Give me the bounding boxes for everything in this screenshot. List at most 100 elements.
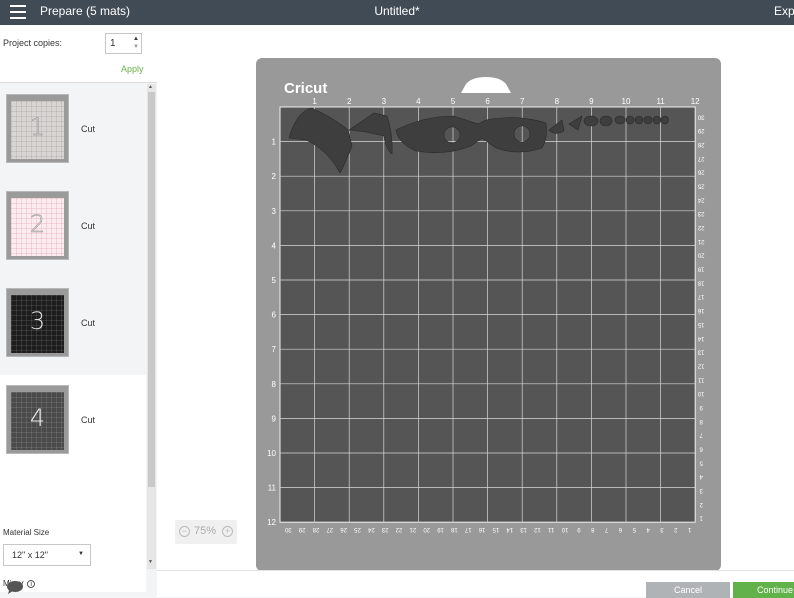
ruler-label: 9: [699, 404, 703, 410]
stepper-up-icon[interactable]: ▲: [133, 36, 139, 42]
mat-number: 1: [29, 113, 46, 142]
ruler-label: 18: [697, 279, 704, 285]
ruler-label: 5: [272, 276, 277, 285]
ruler-label: 1: [699, 515, 703, 521]
ruler-label: 5: [632, 526, 636, 532]
ruler-label: 10: [622, 97, 631, 106]
ruler-label: 26: [340, 526, 347, 532]
zoom-control: − 75% +: [175, 520, 237, 544]
ruler-label: 3: [382, 97, 387, 106]
ruler-label: 30: [284, 526, 291, 532]
ruler-label: 13: [697, 349, 704, 355]
cancel-button[interactable]: Cancel: [646, 582, 730, 598]
ruler-label: 16: [697, 307, 704, 313]
cut-shape: [614, 115, 626, 125]
cut-shape: [643, 115, 653, 125]
mat-cut-label: Cut: [81, 221, 96, 231]
ruler-label: 24: [697, 196, 704, 202]
zoom-out-icon[interactable]: −: [179, 526, 190, 537]
project-copies-value: 1: [110, 38, 116, 49]
bottom-ruler: 30 29 28 27 26 25 24 23 22 21 20 19 18 17 16 15 14 13 12 11…: [284, 526, 691, 532]
ruler-label: 3: [272, 207, 277, 216]
ruler-label: 29: [697, 127, 704, 133]
ruler-label: 10: [561, 526, 568, 532]
ruler-label: 28: [312, 526, 319, 532]
scroll-up-icon[interactable]: ▲: [148, 84, 153, 90]
ruler-label: 4: [646, 526, 650, 532]
ruler-label: 28: [697, 141, 704, 147]
mat-list: 1 Cut 2 Cut 3 Cut 4 Cut Material Size 12…: [0, 84, 146, 592]
mat-cut-label: Cut: [81, 415, 96, 425]
zoom-level: 75%: [194, 525, 217, 537]
ruler-label: 3: [660, 526, 664, 532]
scroll-down-icon[interactable]: ▼: [148, 559, 153, 565]
ruler-label: 27: [697, 155, 704, 161]
mat-number: 3: [29, 307, 46, 335]
ruler-label: 6: [272, 311, 277, 320]
ruler-label: 4: [272, 241, 277, 250]
ruler-label: 29: [298, 526, 305, 532]
ruler-label: 4: [416, 97, 421, 106]
chat-icon[interactable]: [5, 580, 25, 596]
mat-number: 4: [29, 404, 46, 432]
mat-hanger-tab: [461, 77, 511, 93]
material-size-label: Material Size: [3, 528, 50, 537]
mat-cut-label: Cut: [81, 124, 96, 134]
ruler-label: 7: [272, 345, 277, 354]
apply-button[interactable]: Apply: [121, 64, 144, 74]
project-copies-label: Project copies:: [3, 38, 63, 48]
mat-item-1[interactable]: 1 Cut: [0, 84, 146, 181]
ruler-label: 9: [589, 97, 594, 106]
ruler-label: 22: [395, 526, 402, 532]
material-size-select[interactable]: 12" x 12" ▼: [3, 544, 91, 566]
stepper-down-icon[interactable]: ▼: [133, 44, 139, 50]
mat-canvas: Cricut 1 2 3 4 5 6 7 8 9 10 11 12 1 2 3 4 5 6 7 8 9 10 11 12 3…: [157, 25, 794, 597]
export-button[interactable]: Export: [774, 4, 794, 18]
ruler-label: 14: [697, 335, 704, 341]
ruler-label: 1: [687, 526, 691, 532]
zoom-in-icon[interactable]: +: [222, 526, 233, 537]
mat-thumbnail: 4: [6, 385, 69, 454]
ruler-label: 12: [691, 97, 700, 106]
info-icon[interactable]: i: [27, 580, 36, 588]
scrollbar-thumb[interactable]: [148, 92, 155, 487]
ruler-label: 2: [347, 97, 352, 106]
ruler-label: 11: [656, 97, 665, 106]
ruler-label: 18: [450, 526, 457, 532]
mat-number: 2: [29, 210, 46, 239]
continue-button[interactable]: Continue: [733, 582, 794, 598]
ruler-label: 26: [697, 169, 704, 175]
mat-item-3[interactable]: 3 Cut: [0, 278, 146, 375]
mat-thumbnail: 1: [6, 94, 69, 163]
ruler-label: 17: [697, 293, 704, 299]
ruler-label: 12: [697, 362, 704, 368]
ruler-label: 11: [697, 376, 704, 382]
ruler-label: 9: [272, 414, 277, 423]
ruler-label: 20: [423, 526, 430, 532]
sidebar: Project copies: 1 ▲ ▼ Apply 1 Cut 2 Cut …: [0, 25, 157, 597]
ruler-label: 20: [697, 252, 704, 258]
ruler-label: 17: [464, 526, 471, 532]
ruler-label: 14: [506, 526, 513, 532]
cut-shape: [652, 115, 662, 125]
project-copies-input[interactable]: 1 ▲ ▼: [105, 33, 142, 54]
ruler-label: 10: [267, 449, 276, 458]
ruler-label: 21: [409, 526, 416, 532]
ruler-label: 8: [555, 97, 560, 106]
sidebar-scrollbar[interactable]: ▲ ▼: [147, 84, 156, 569]
ruler-label: 2: [272, 172, 277, 181]
ruler-label: 8: [272, 380, 277, 389]
ruler-label: 2: [699, 501, 703, 507]
ruler-label: 24: [367, 526, 374, 532]
mat-item-2[interactable]: 2 Cut: [0, 181, 146, 278]
top-bar: Prepare (5 mats) Untitled* Export: [0, 0, 794, 25]
ruler-label: 11: [268, 484, 277, 493]
mat-thumbnail: 3: [6, 288, 69, 357]
ruler-label: 23: [381, 526, 388, 532]
ruler-label: 23: [697, 210, 704, 216]
left-ruler: 123456789101112: [267, 138, 276, 528]
document-title: Untitled*: [374, 4, 420, 18]
cricut-logo: Cricut: [284, 80, 327, 97]
ruler-label: 12: [267, 518, 276, 527]
cut-shape: [661, 115, 669, 125]
